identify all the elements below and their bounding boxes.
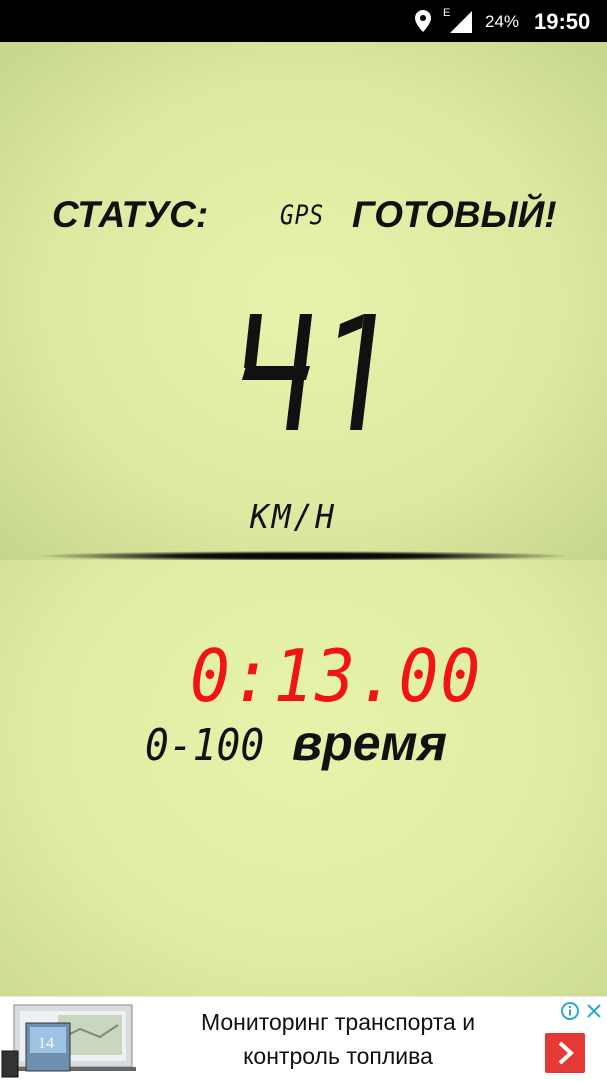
acceleration-range: 0-100 <box>145 720 265 771</box>
speed-unit: KM/H <box>250 497 337 536</box>
speed-value: 41 <box>236 310 237 311</box>
acceleration-panel <box>0 560 607 996</box>
arrow-right-icon <box>558 1041 574 1065</box>
ad-headline[interactable]: Мониторинг транспорта и <box>148 1009 528 1036</box>
close-icon[interactable] <box>584 1001 604 1021</box>
status-bar: E 24% 19:50 <box>0 0 607 42</box>
speedometer-screen: СТАТУС: GPS ГОТОВЫЙ! 41 KM/H 0:13.00 0-1… <box>0 42 607 996</box>
ad-banner[interactable]: 14 Мониторинг транспорта и контроль топл… <box>0 996 607 1081</box>
ad-image-number: 14 <box>38 1035 54 1052</box>
signal-icon <box>450 11 472 33</box>
time-label: время <box>292 715 447 771</box>
speed-panel: СТАТУС: GPS ГОТОВЫЙ! 41 KM/H <box>0 42 607 560</box>
speed-display: 41 <box>236 310 384 434</box>
battery-percentage: 24% <box>485 12 520 31</box>
ad-image[interactable]: 14 <box>0 999 140 1079</box>
ad-open-button[interactable] <box>545 1033 585 1073</box>
ad-subline[interactable]: контроль топлива <box>148 1043 528 1070</box>
info-icon[interactable] <box>560 1001 580 1021</box>
speed-digits-graphic <box>242 314 376 430</box>
status-label: СТАТУС: <box>52 194 209 235</box>
acceleration-timer: 0:13.00 <box>190 634 483 718</box>
location-icon <box>415 10 431 32</box>
gps-ready-status: ГОТОВЫЙ! <box>352 194 557 235</box>
gps-label: GPS <box>280 200 325 231</box>
clock: 19:50 <box>534 9 591 34</box>
